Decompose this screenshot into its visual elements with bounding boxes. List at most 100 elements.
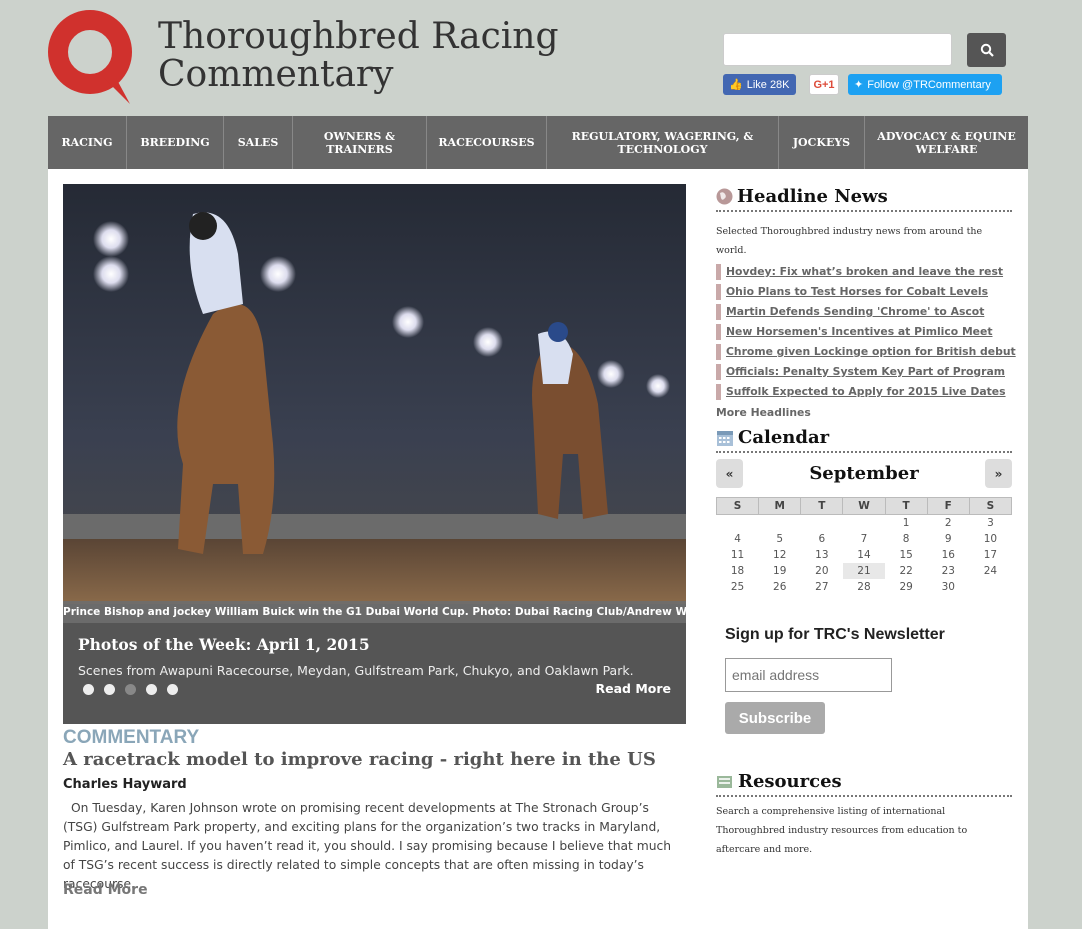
- calendar-day[interactable]: 3: [969, 515, 1011, 531]
- calendar-day[interactable]: 23: [927, 563, 969, 579]
- commentary-title[interactable]: A racetrack model to improve racing - ri…: [63, 749, 656, 770]
- calendar-day[interactable]: 28: [843, 579, 885, 595]
- more-headlines-link[interactable]: More Headlines: [716, 406, 1012, 419]
- calendar-day[interactable]: 1: [885, 515, 927, 531]
- calendar-day[interactable]: 27: [801, 579, 843, 595]
- headline-link[interactable]: Officials: Penalty System Key Part of Pr…: [716, 364, 1012, 380]
- nav-item-owners-trainers[interactable]: OWNERS & TRAINERS: [293, 116, 427, 169]
- calendar-prev-button[interactable]: «: [716, 459, 743, 488]
- calendar-day[interactable]: 8: [885, 531, 927, 547]
- featured-slider[interactable]: Prince Bishop and jockey William Buick w…: [63, 184, 686, 724]
- weekday-header: S: [968, 497, 1013, 515]
- headline-link[interactable]: Hovdey: Fix what’s broken and leave the …: [716, 264, 1012, 280]
- calendar-empty-cell: [717, 515, 759, 531]
- google-plus-label: G+1: [813, 78, 835, 91]
- slider-dot-2[interactable]: [104, 684, 115, 695]
- calendar-day[interactable]: 4: [717, 531, 759, 547]
- site-title[interactable]: Thoroughbred Racing Commentary: [158, 18, 559, 94]
- calendar-day[interactable]: 30: [927, 579, 969, 595]
- slide-description: Scenes from Awapuni Racecourse, Meydan, …: [78, 663, 634, 678]
- twitter-follow-label: Follow @TRCommentary: [867, 78, 991, 91]
- calendar-day[interactable]: 18: [717, 563, 759, 579]
- calendar-section: Calendar « September » S M T W T F S 123…: [715, 427, 1013, 595]
- search-button[interactable]: [967, 33, 1006, 67]
- calendar-day[interactable]: 22: [885, 563, 927, 579]
- calendar-day[interactable]: 9: [927, 531, 969, 547]
- slide-read-more-link[interactable]: Read More: [595, 681, 671, 696]
- slider-dots: [83, 684, 178, 695]
- nav-item-sales[interactable]: SALES: [224, 116, 293, 169]
- slider-dot-5[interactable]: [167, 684, 178, 695]
- calendar-grid: S M T W T F S 1 2 3 4 5 6 7 8 9 10 11 12 13 14 15 16 17 1…: [715, 497, 1013, 595]
- headline-link[interactable]: New Horsemen's Incentives at Pimlico Mee…: [716, 324, 1012, 340]
- twitter-bird-icon: ✦: [854, 79, 864, 91]
- slider-dot-3[interactable]: [125, 684, 136, 695]
- weekday-header: W: [842, 497, 886, 515]
- weekday-header: M: [758, 497, 802, 515]
- nav-item-advocacy[interactable]: ADVOCACY & EQUINE WELFARE: [865, 116, 1028, 169]
- calendar-day[interactable]: 14: [843, 547, 885, 563]
- slide-title[interactable]: Photos of the Week: April 1, 2015: [78, 635, 370, 654]
- weekday-header: S: [715, 497, 760, 515]
- calendar-month: September: [809, 463, 919, 484]
- calendar-day[interactable]: 5: [759, 531, 801, 547]
- facebook-like-button[interactable]: 👍 Like 28K: [723, 74, 796, 95]
- nav-item-jockeys[interactable]: JOCKEYS: [779, 116, 865, 169]
- calendar-day[interactable]: 20: [801, 563, 843, 579]
- twitter-follow-button[interactable]: ✦ Follow @TRCommentary: [848, 74, 1002, 95]
- calendar-day[interactable]: 10: [969, 531, 1011, 547]
- logo-icon[interactable]: [46, 8, 136, 106]
- newsletter-section: Sign up for TRC's Newsletter Subscribe: [725, 626, 1021, 734]
- resources-title[interactable]: Resources: [738, 771, 842, 792]
- calendar-day[interactable]: 2: [927, 515, 969, 531]
- headline-link[interactable]: Martin Defends Sending 'Chrome' to Ascot: [716, 304, 1012, 320]
- headline-link[interactable]: Suffolk Expected to Apply for 2015 Live …: [716, 384, 1012, 400]
- photo-caption: Prince Bishop and jockey William Buick w…: [63, 601, 686, 623]
- calendar-day[interactable]: 29: [885, 579, 927, 595]
- calendar-title: Calendar: [738, 427, 830, 448]
- calendar-day[interactable]: 6: [801, 531, 843, 547]
- calendar-day[interactable]: 11: [717, 547, 759, 563]
- hero-photo[interactable]: [63, 184, 686, 604]
- nav-item-racing[interactable]: RACING: [48, 116, 127, 169]
- calendar-week-row: 18 19 20 21 22 23 24: [717, 562, 1012, 579]
- subscribe-button[interactable]: Subscribe: [725, 702, 825, 734]
- calendar-day[interactable]: 16: [927, 547, 969, 563]
- headline-news-title: Headline News: [737, 186, 888, 207]
- nav-item-breeding[interactable]: BREEDING: [127, 116, 224, 169]
- calendar-day[interactable]: 21: [842, 562, 886, 579]
- google-plus-button[interactable]: G+1: [809, 74, 839, 95]
- headline-link[interactable]: Ohio Plans to Test Horses for Cobalt Lev…: [716, 284, 1012, 300]
- search-icon: [980, 43, 994, 57]
- thumbs-up-icon: 👍: [729, 79, 743, 91]
- site-title-line1: Thoroughbred Racing: [158, 16, 559, 57]
- commentary-read-more-link[interactable]: Read More: [63, 882, 148, 898]
- calendar-day[interactable]: 7: [843, 531, 885, 547]
- facebook-like-label: Like 28K: [746, 78, 790, 91]
- calendar-navigation: « September »: [716, 459, 1012, 488]
- resources-description: Search a comprehensive listing of intern…: [716, 806, 968, 855]
- headline-news-section: Headline News Selected Thoroughbred indu…: [716, 186, 1016, 419]
- slider-dot-1[interactable]: [83, 684, 94, 695]
- calendar-day[interactable]: 26: [759, 579, 801, 595]
- calendar-week-row: 25 26 27 28 29 30: [717, 579, 1012, 595]
- calendar-day[interactable]: 15: [885, 547, 927, 563]
- calendar-next-button[interactable]: »: [985, 459, 1012, 488]
- commentary-label[interactable]: COMMENTARY: [63, 727, 199, 749]
- weekday-header: T: [884, 497, 928, 515]
- calendar-day[interactable]: 25: [717, 579, 759, 595]
- nav-item-racecourses[interactable]: RACECOURSES: [427, 116, 547, 169]
- search-input[interactable]: [723, 33, 952, 66]
- calendar-day[interactable]: 17: [969, 547, 1011, 563]
- headline-link[interactable]: Chrome given Lockinge option for British…: [716, 344, 1016, 360]
- calendar-day[interactable]: 12: [759, 547, 801, 563]
- calendar-day[interactable]: 19: [759, 563, 801, 579]
- calendar-day[interactable]: 24: [969, 563, 1011, 579]
- headline-news-intro: Selected Thoroughbred industry news from…: [716, 226, 983, 256]
- nav-item-regulatory[interactable]: REGULATORY, WAGERING, & TECHNOLOGY: [547, 116, 779, 169]
- calendar-day[interactable]: 13: [801, 547, 843, 563]
- newsletter-email-input[interactable]: [725, 658, 892, 692]
- calendar-header: Calendar: [716, 427, 1012, 453]
- slider-dot-4[interactable]: [146, 684, 157, 695]
- commentary-author: Charles Hayward: [63, 777, 187, 792]
